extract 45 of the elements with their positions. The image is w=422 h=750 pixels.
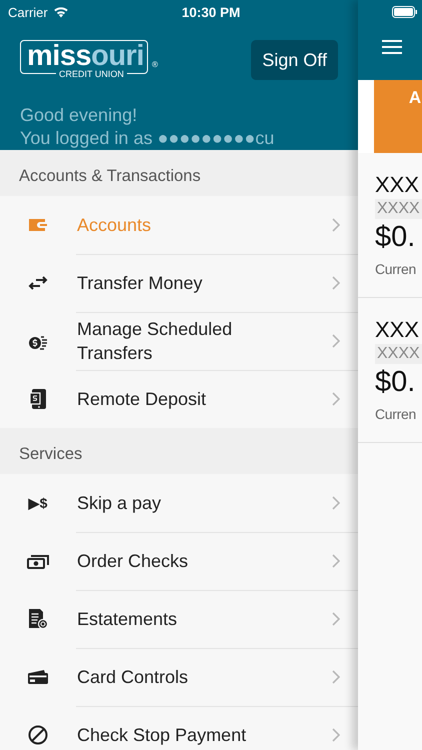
chevron-icon	[332, 392, 340, 406]
status-time: 10:30 PM	[182, 4, 240, 20]
menu-icon[interactable]	[382, 39, 402, 55]
menu-item[interactable]: Card Controls	[0, 648, 358, 706]
menu-item[interactable]: Manage Scheduled Transfers	[0, 312, 358, 370]
swap-arrows-icon	[28, 275, 48, 291]
menu-item[interactable]: Transfer Money	[0, 254, 358, 312]
wifi-icon	[52, 6, 69, 18]
chevron-icon	[332, 334, 340, 348]
account-number: XXXX	[375, 344, 422, 364]
menu-item[interactable]: Order Checks	[0, 532, 358, 590]
statement-icon	[28, 608, 48, 630]
chevron-icon	[332, 670, 340, 684]
chevron-icon	[332, 554, 340, 568]
account-type: Curren	[375, 406, 416, 422]
section-header: Services	[0, 428, 358, 474]
battery-icon	[392, 6, 418, 18]
registered-mark: ®	[152, 60, 158, 69]
chevron-icon	[332, 276, 340, 290]
account-name: XXX	[375, 171, 420, 199]
account-balance: $0.	[375, 220, 416, 255]
menu-item[interactable]: Check Stop Payment	[0, 706, 358, 750]
menu-item[interactable]: Remote Deposit	[0, 370, 358, 428]
chevron-icon	[332, 612, 340, 626]
skip-icon: ▶$	[28, 495, 48, 511]
wallet-icon	[28, 217, 48, 233]
menu-item[interactable]: Estatements	[0, 590, 358, 648]
account-type: Curren	[375, 261, 416, 277]
phone-check-icon	[29, 388, 47, 410]
chevron-icon	[332, 728, 340, 742]
carrier-name: Carrier	[8, 4, 48, 20]
menu-item[interactable]: ▶$ Skip a pay	[0, 474, 358, 532]
credit-card-icon	[27, 669, 49, 685]
account-balance: $0.	[375, 365, 416, 400]
section-header: Accounts & Transactions	[0, 150, 358, 196]
account-number: XXXX	[375, 199, 422, 219]
chevron-icon	[332, 496, 340, 510]
chevron-icon	[332, 218, 340, 232]
login-text: You logged in as ●●●●●●●●●cu	[20, 127, 276, 150]
cash-icon	[27, 553, 49, 569]
account-name: XXX	[375, 316, 420, 344]
sign-off-button[interactable]: Sign Off	[251, 40, 338, 80]
greeting-text: Good evening!	[20, 104, 138, 127]
stop-payment-icon	[28, 725, 48, 745]
logo-subtitle: CREDIT UNION	[56, 68, 127, 80]
